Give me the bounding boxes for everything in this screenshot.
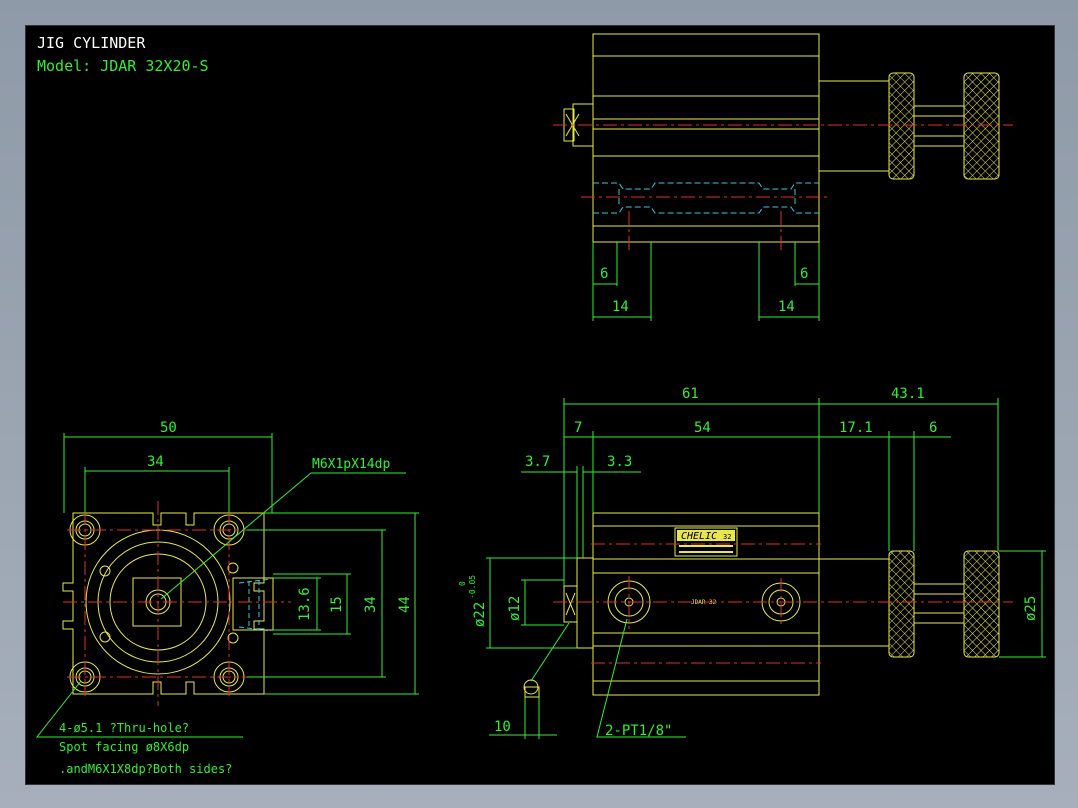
dim-44: 44 <box>397 596 413 613</box>
dim-dia22: ø22 <box>472 602 488 627</box>
side-view-knurl-nut-1 <box>888 550 915 658</box>
port-note: 2-PT1/8" <box>605 723 672 739</box>
top-view-hidden <box>593 182 819 214</box>
hole-note-3: .andM6X1X8dp?Both sides? <box>59 762 232 776</box>
dim-10: 10 <box>494 719 511 735</box>
dim-7: 7 <box>574 420 582 436</box>
dim-top-right-14: 14 <box>778 299 795 315</box>
dim-17-1: 17.1 <box>839 420 873 436</box>
end-view-hidden <box>238 578 272 632</box>
dim-61: 61 <box>682 386 699 402</box>
hole-note-1: 4-ø5.1 ?Thru-hole? <box>59 721 189 735</box>
dim-43-1: 43.1 <box>891 386 925 402</box>
drawing-viewport[interactable]: JIG CYLINDER Model: JDAR 32X20-S 6 14 6 … <box>25 25 1055 785</box>
dim-3-3: 3.3 <box>607 454 632 470</box>
cad-drawing: JIG CYLINDER Model: JDAR 32X20-S 6 14 6 … <box>35 33 1046 776</box>
dim-dia22-tol-lower: -0.05 <box>468 575 477 599</box>
dim-34-vertical: 34 <box>363 596 379 613</box>
dim-34-horizontal: 34 <box>147 454 164 470</box>
brand-logo: CHELIC <box>681 531 717 542</box>
dim-6: 6 <box>929 420 937 436</box>
dim-dia22-tol-upper: 0 <box>458 581 467 586</box>
dim-dia12: ø12 <box>507 596 523 621</box>
dim-15: 15 <box>329 596 345 613</box>
side-view-knurl-nut-2 <box>963 550 1000 658</box>
dim-dia25: ø25 <box>1023 596 1039 621</box>
side-view-cap <box>576 557 594 649</box>
dim-top-right-6: 6 <box>800 266 808 282</box>
brand-plate: CHELIC 32 <box>674 527 738 557</box>
dim-54: 54 <box>694 420 711 436</box>
brand-logo-suffix: 32 <box>723 533 731 541</box>
small-plug <box>523 679 540 698</box>
hole-note-2: Spot facing ø8X6dp <box>59 740 189 754</box>
dim-3-7: 3.7 <box>525 454 550 470</box>
top-view <box>563 33 1000 243</box>
drawing-title: JIG CYLINDER <box>37 34 146 52</box>
dim-top-left-14: 14 <box>612 299 629 315</box>
model-label: Model: JDAR 32X20-S <box>37 57 209 75</box>
side-view-dimensions <box>486 398 1046 739</box>
dim-13-6: 13.6 <box>297 587 313 621</box>
end-view-centerlines <box>63 501 291 706</box>
top-view-knurl-nut-1 <box>888 72 915 180</box>
thread-note: M6X1pX14dp <box>312 457 390 472</box>
end-view <box>62 512 274 695</box>
dim-top-left-6: 6 <box>600 266 608 282</box>
top-view-body <box>592 33 820 243</box>
end-view-outline <box>62 512 265 695</box>
dim-50: 50 <box>160 420 177 436</box>
side-view-centerlines <box>553 543 1013 664</box>
top-view-knurl-nut-2 <box>963 72 1000 180</box>
